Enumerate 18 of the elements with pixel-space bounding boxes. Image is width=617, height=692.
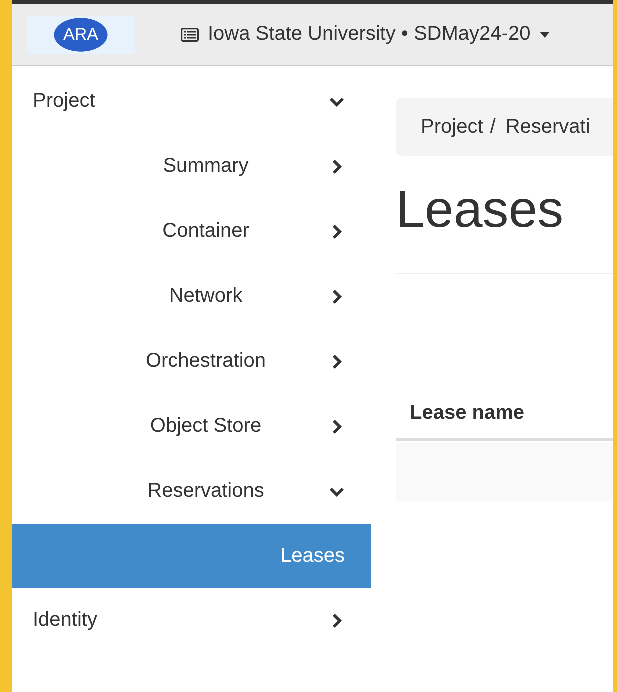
logo[interactable]: ARA [27,16,135,54]
sidebar-item[interactable]: Orchestration [12,329,371,394]
list-icon [181,28,199,42]
breadcrumb-separator: / [490,116,496,138]
sidebar-section[interactable]: Identity [12,588,371,653]
sidebar-item[interactable]: Container [12,199,371,264]
column-header: Lease name [410,402,525,425]
sidebar-item[interactable]: Network [12,264,371,329]
page-title: Leases [396,184,565,236]
sidebar-section[interactable]: Project [12,69,371,134]
sidebar-item[interactable]: Summary [12,134,371,199]
sidebar-item[interactable]: Reservations [12,459,371,524]
sidebar-item[interactable]: Leases [12,524,371,588]
breadcrumb-link[interactable]: Reservati [506,116,590,138]
project-selector[interactable]: Iowa State University • SDMay24-20 [181,23,550,46]
caret-icon [540,32,550,38]
breadcrumb-link[interactable]: Project [421,116,484,138]
sidebar-item[interactable]: Object Store [12,394,371,459]
